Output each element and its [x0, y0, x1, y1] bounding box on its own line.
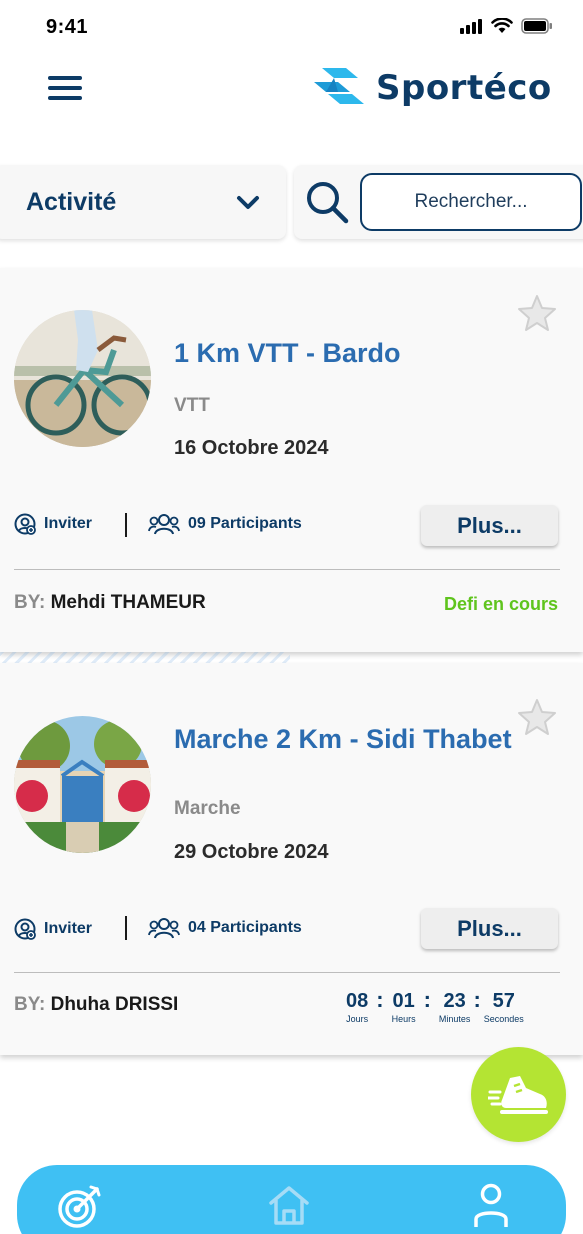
countdown-seconds-value: 57 — [492, 990, 515, 1012]
home-icon — [269, 1186, 309, 1225]
participants-label: 09 Participants — [188, 515, 302, 532]
hamburger-line — [48, 86, 82, 90]
countdown-colon: : — [423, 987, 431, 1012]
countdown-days: 08 Jours — [346, 990, 368, 1024]
countdown-colon: : — [473, 987, 481, 1012]
logo-text: Sportéco — [376, 68, 552, 108]
activity-title[interactable]: Marche 2 Km - Sidi Thabet — [174, 721, 514, 757]
countdown-minutes: 23 Minutes — [439, 990, 471, 1024]
countdown-minutes-label: Minutes — [438, 1014, 471, 1024]
hamburger-line — [48, 96, 82, 100]
invite-label: Inviter — [44, 920, 93, 937]
garden-gate-image — [14, 716, 151, 853]
card-separator — [14, 972, 560, 973]
favorite-star-icon[interactable] — [517, 698, 557, 736]
status-bar: 9:41 — [0, 0, 583, 56]
invite-label: Inviter — [44, 515, 93, 532]
search-input[interactable] — [360, 173, 582, 231]
app-logo: Sportéco — [312, 66, 552, 110]
signal-icon — [460, 19, 482, 34]
activity-card[interactable]: 1 Km VTT - Bardo VTT 16 Octobre 2024 Inv… — [0, 268, 583, 652]
nav-challenges[interactable] — [57, 1183, 103, 1234]
countdown-days-value: 08 — [346, 990, 369, 1012]
countdown-hours-value: 01 — [392, 990, 415, 1012]
battery-icon — [521, 18, 552, 34]
bottom-nav — [17, 1165, 566, 1234]
favorite-star-icon[interactable] — [517, 294, 557, 332]
activity-date: 16 Octobre 2024 — [174, 437, 329, 459]
activity-avatar — [14, 716, 151, 853]
participants-count[interactable]: 09 Participants — [148, 512, 302, 536]
invite-button[interactable]: Inviter — [14, 918, 92, 940]
add-user-icon — [14, 513, 36, 535]
by-label: BY: — [14, 994, 46, 1015]
more-button[interactable]: Plus... — [421, 505, 558, 546]
countdown-hours: 01 Heurs — [392, 990, 416, 1024]
activity-date: 29 Octobre 2024 — [174, 841, 329, 863]
search-container — [294, 165, 583, 239]
activity-type: VTT — [174, 395, 210, 416]
activity-dropdown-label: Activité — [26, 187, 117, 216]
bicycle-image — [14, 310, 151, 447]
menu-button[interactable] — [48, 76, 82, 102]
hamburger-icon — [48, 76, 82, 80]
search-icon[interactable] — [304, 179, 350, 225]
activity-avatar — [14, 310, 151, 447]
divider — [125, 513, 127, 537]
countdown-days-label: Jours — [346, 1014, 369, 1024]
countdown-timer: 08 Jours : 01 Heurs : 23 Minutes : 57 Se… — [346, 987, 524, 1025]
start-activity-fab[interactable] — [471, 1047, 566, 1142]
activity-card[interactable]: Marche 2 Km - Sidi Thabet Marche 29 Octo… — [0, 663, 583, 1055]
author-line: BY: Dhuha DRISSI — [14, 994, 178, 1016]
countdown-seconds-label: Secondes — [483, 1014, 524, 1024]
countdown-seconds: 57 Secondes — [484, 990, 524, 1024]
wifi-icon — [491, 18, 513, 33]
group-icon — [148, 918, 180, 939]
chevron-down-icon — [237, 196, 259, 209]
logo-mark-icon — [314, 68, 364, 104]
activity-type: Marche — [174, 798, 241, 819]
user-icon — [474, 1183, 508, 1227]
author-name: Mehdi THAMEUR — [50, 592, 206, 613]
invite-button[interactable]: Inviter — [14, 513, 92, 535]
nav-home[interactable] — [267, 1183, 311, 1232]
card-separator — [14, 569, 560, 570]
divider — [125, 916, 127, 940]
challenge-status: Defi en cours — [443, 594, 558, 614]
status-time: 9:41 — [46, 16, 89, 38]
filter-bar: Activité — [0, 163, 583, 243]
add-user-icon — [14, 918, 36, 940]
author-name: Dhuha DRISSI — [50, 994, 179, 1015]
participants-count[interactable]: 04 Participants — [148, 916, 302, 940]
sneaker-icon — [487, 1075, 548, 1114]
author-line: BY: Mehdi THAMEUR — [14, 592, 206, 614]
nav-profile[interactable] — [473, 1183, 509, 1234]
status-icons — [459, 18, 553, 34]
activity-dropdown[interactable]: Activité — [0, 165, 286, 239]
by-label: BY: — [14, 592, 46, 613]
countdown-minutes-value: 23 — [443, 990, 466, 1012]
target-icon — [58, 1185, 101, 1228]
activity-title[interactable]: 1 Km VTT - Bardo — [174, 335, 514, 371]
more-button[interactable]: Plus... — [421, 908, 558, 949]
countdown-hours-label: Heurs — [391, 1014, 416, 1024]
countdown-colon: : — [376, 987, 384, 1012]
group-icon — [148, 514, 180, 535]
participants-label: 04 Participants — [188, 919, 302, 936]
